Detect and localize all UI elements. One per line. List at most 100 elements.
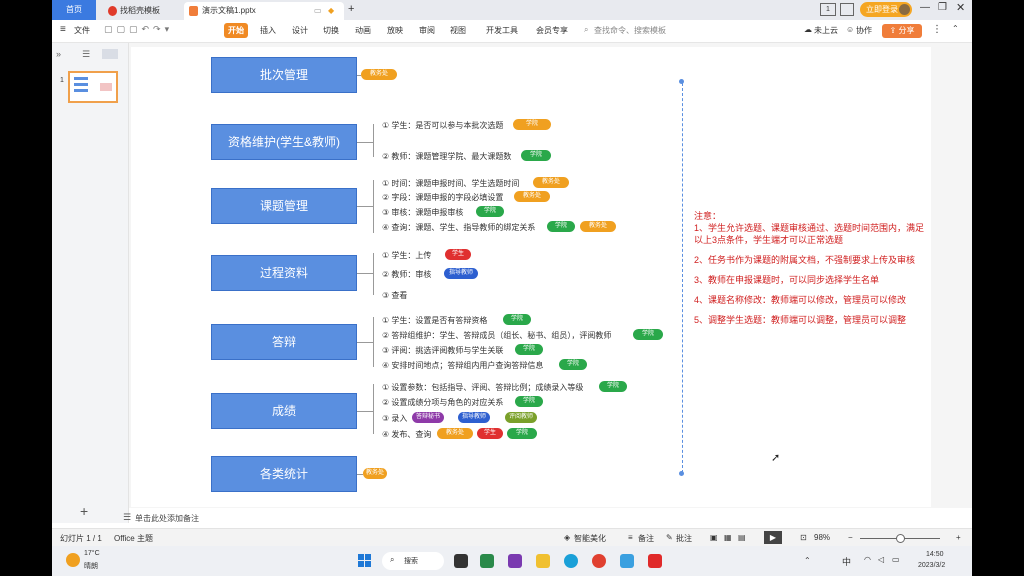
collapse-panel-icon[interactable]: » [56,49,61,59]
weather-icon[interactable] [66,553,80,567]
fit-icon[interactable]: ⊡ [800,533,807,542]
add-slide-icon[interactable]: + [80,503,88,519]
tab-document-label: 演示文稿1.pptx [202,6,256,15]
tab-document[interactable]: 演示文稿1.pptx ▭ ◆ [184,2,344,20]
node-qualification[interactable]: 资格维护(学生&教师) [211,124,357,160]
wps-icon[interactable] [648,554,662,568]
battery-icon[interactable]: ▭ [892,555,900,564]
windows-start-icon[interactable] [358,554,372,568]
selection-handle[interactable] [679,471,684,476]
app-icon[interactable] [620,554,634,568]
menu-design[interactable]: 设计 [292,25,308,36]
collapse-icon[interactable]: ⌃ [952,24,959,33]
collab-button[interactable]: 协作 [856,25,872,36]
menu-developer[interactable]: 开发工具 [486,25,518,36]
slide-number: 1 [60,77,64,84]
login-button[interactable]: 立即登录 [860,2,912,17]
normal-view-icon[interactable]: ▣ [710,533,718,542]
beautify-button[interactable]: 智能美化 [574,533,606,544]
node-topic-management[interactable]: 课题管理 [211,188,357,224]
node-defense[interactable]: 答辩 [211,324,357,360]
docer-icon [108,6,117,16]
taskbar-search[interactable]: ⌕ 搜索 [382,552,444,570]
menu-view[interactable]: 视图 [450,25,466,36]
zoom-in-icon[interactable]: + [956,533,961,542]
tag-topic-1: 教务处 [533,177,569,188]
notes-button[interactable]: 备注 [638,533,654,544]
menu-insert[interactable]: 插入 [260,25,276,36]
thumb-shape [100,83,112,91]
hamburger-icon[interactable]: ≡ [60,24,66,35]
outline-view-icon[interactable]: ☰ [82,49,90,60]
score-item-2: ② 设置成绩分项与角色的对应关系 [382,398,504,407]
note-1: 1、学生允许选题、课题审核通过、选题时间范围内，满足以上3点条件，学生端才可以正… [694,223,925,245]
tag-process-1: 学生 [445,249,471,260]
menu-transition[interactable]: 切换 [323,25,339,36]
cloud-icon: ☁ [804,25,812,34]
zoom-slider-handle[interactable] [896,534,905,543]
tab-template[interactable]: 找稻壳模板 [108,2,160,20]
tag-qual-1: 学院 [513,119,551,130]
zoom-level[interactable]: 98% [814,533,830,542]
tab-home[interactable]: 首页 [52,0,96,20]
tag-topic-3: 学院 [476,206,504,217]
defense-item-1: ① 学生：设置是否有答辩资格 [382,316,488,325]
onenote-icon[interactable] [508,554,522,568]
task-view-icon[interactable] [454,554,468,568]
reading-view-icon[interactable]: ▤ [738,533,746,542]
process-item-2: ② 教师：审核 [382,270,432,279]
menu-file[interactable]: 文件 [74,25,90,36]
tab-menu-icon[interactable]: ▭ [314,2,322,20]
menu-review[interactable]: 审阅 [419,25,435,36]
selection-line[interactable] [682,83,683,473]
tag-qual-2: 学院 [521,150,551,161]
wifi-icon[interactable]: ◠ [864,555,871,564]
chrome-icon[interactable] [592,554,606,568]
menu-animation[interactable]: 动画 [355,25,371,36]
slide-thumbnail[interactable] [68,71,118,103]
selection-handle[interactable] [679,79,684,84]
slide[interactable]: 批次管理 教务处 资格维护(学生&教师) ① 学生：是否可以参与本批次选题 学院… [131,47,931,507]
command-search[interactable]: 查找命令、搜索模板 [594,25,666,36]
restore-icon[interactable]: ❐ [938,2,947,13]
node-score[interactable]: 成绩 [211,393,357,429]
tab-start[interactable]: 开始 [224,23,248,38]
zoom-out-icon[interactable]: − [848,533,853,542]
minimize-icon[interactable]: — [920,2,930,13]
node-process-materials[interactable]: 过程资料 [211,255,357,291]
process-item-3: ③ 查看 [382,291,408,300]
tag-score-4c: 学院 [507,428,537,439]
slide-canvas: 批次管理 教务处 资格维护(学生&教师) ① 学生：是否可以参与本批次选题 学院… [129,43,972,508]
node-batch-management[interactable]: 批次管理 [211,57,357,93]
edge-icon[interactable] [564,554,578,568]
quick-access-icons[interactable]: ▢▢▢↶↷▾ [104,24,173,35]
new-tab-button[interactable]: + [348,0,354,18]
connector [357,142,373,143]
explorer-icon[interactable] [536,554,550,568]
comment-button[interactable]: 批注 [676,533,692,544]
bracket [373,124,374,157]
notes-textbox[interactable]: 注意： 1、学生允许选题、课题审核通过、选题时间范围内，满足以上3点条件，学生端… [694,210,924,334]
menu-slideshow[interactable]: 放映 [387,25,403,36]
thumbnail-view-icon[interactable] [102,49,118,59]
play-icon[interactable]: ▶ [764,531,782,544]
close-icon[interactable]: ✕ [956,1,965,14]
sorter-view-icon[interactable]: ▦ [724,533,732,542]
volume-icon[interactable]: ◁ [878,555,884,564]
thumb-shape [74,89,88,92]
notes-bar[interactable]: ☰ 单击此处添加备注 [123,508,972,528]
grid-icon[interactable] [840,3,854,16]
clock-date[interactable]: 2023/3/2 [918,562,945,569]
layout-icon[interactable]: 1 [820,3,836,16]
score-item-3: ③ 录入 [382,414,408,423]
tag-score-3b: 指导教师 [458,412,490,423]
app-icon[interactable] [480,554,494,568]
share-button[interactable]: ⇪ 分享 [882,24,922,38]
menu-member[interactable]: 会员专享 [536,25,568,36]
more-icon[interactable]: ⋮ [932,24,942,35]
tray-expand-icon[interactable]: ⌃ [804,556,811,565]
input-language[interactable]: 中 [842,555,851,568]
clock-time[interactable]: 14:50 [926,551,944,558]
cloud-status[interactable]: 未上云 [814,25,838,36]
node-statistics[interactable]: 各类统计 [211,456,357,492]
